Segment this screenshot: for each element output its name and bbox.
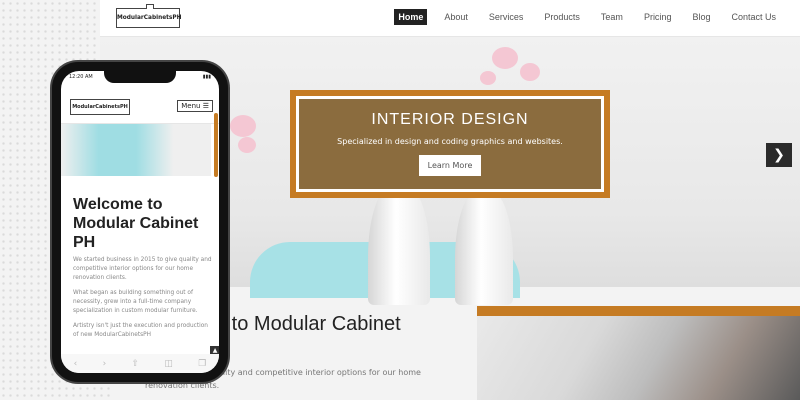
nav-home[interactable]: Home [394,9,428,25]
nav-products[interactable]: Products [540,9,584,25]
main-nav: Home About Services Products Team Pricin… [394,9,780,25]
nav-contact-us[interactable]: Contact Us [727,9,780,25]
nav-services[interactable]: Services [485,9,528,25]
flower-decor [238,137,256,153]
mobile-title: Welcome to Modular Cabinet PH [73,196,199,251]
vase-image [455,190,513,305]
nav-about[interactable]: About [440,9,472,25]
phone-mockup: 12:20 AM ▮▮▮ ModularCabinetsPH Menu ☰ We… [52,62,228,382]
vase-image [368,185,430,305]
mobile-paragraph: Artistry isn't just the execution and pr… [73,323,208,338]
flower-decor [480,71,496,85]
chevron-right-icon[interactable]: ❯ [766,143,792,167]
mobile-header: ModularCabinetsPH Menu ☰ [61,91,219,124]
mobile-body-text: We started business in 2015 to give qual… [73,256,213,346]
tabs-icon[interactable]: ❐ [198,359,206,369]
photo-accent-band [477,306,800,316]
hero-title: INTERIOR DESIGN [371,111,529,128]
hero-caption-box: INTERIOR DESIGN Specialized in design an… [290,90,610,198]
desktop-topbar: ModularCabinetsPH Home About Services Pr… [100,0,800,37]
nav-blog[interactable]: Blog [688,9,714,25]
mobile-menu-button[interactable]: Menu ☰ [177,100,213,112]
back-icon[interactable]: ‹ [74,359,78,369]
mobile-paragraph: What began as building something out of … [73,290,198,314]
battery-icon: ▮▮▮ [202,74,211,80]
scrollbar[interactable] [214,113,218,177]
hero-subtitle: Specialized in design and coding graphic… [337,137,563,146]
phone-screen: 12:20 AM ▮▮▮ ModularCabinetsPH Menu ☰ We… [61,71,219,373]
phone-notch [104,71,176,83]
browser-toolbar: ‹ › ⇧ ◫ ❐ [61,354,219,373]
welcome-heading: e to Modular Cabinet [215,313,401,335]
forward-icon[interactable]: › [103,359,107,369]
site-logo[interactable]: ModularCabinetsPH [116,4,181,28]
flower-decor [520,63,540,81]
mobile-hero-image [61,124,211,176]
feature-photo [477,316,800,400]
book-icon[interactable]: ◫ [164,359,173,369]
hero-caption-inner: INTERIOR DESIGN Specialized in design an… [296,96,604,192]
share-icon[interactable]: ⇧ [132,359,140,369]
mobile-paragraph: We started business in 2015 to give qual… [73,257,212,281]
mobile-logo[interactable]: ModularCabinetsPH [70,99,130,115]
nav-team[interactable]: Team [597,9,627,25]
nav-pricing[interactable]: Pricing [640,9,676,25]
flower-decor [230,115,256,137]
flower-decor [492,47,518,69]
status-time: 12:20 AM [69,74,93,80]
learn-more-button[interactable]: Learn More [418,155,482,176]
